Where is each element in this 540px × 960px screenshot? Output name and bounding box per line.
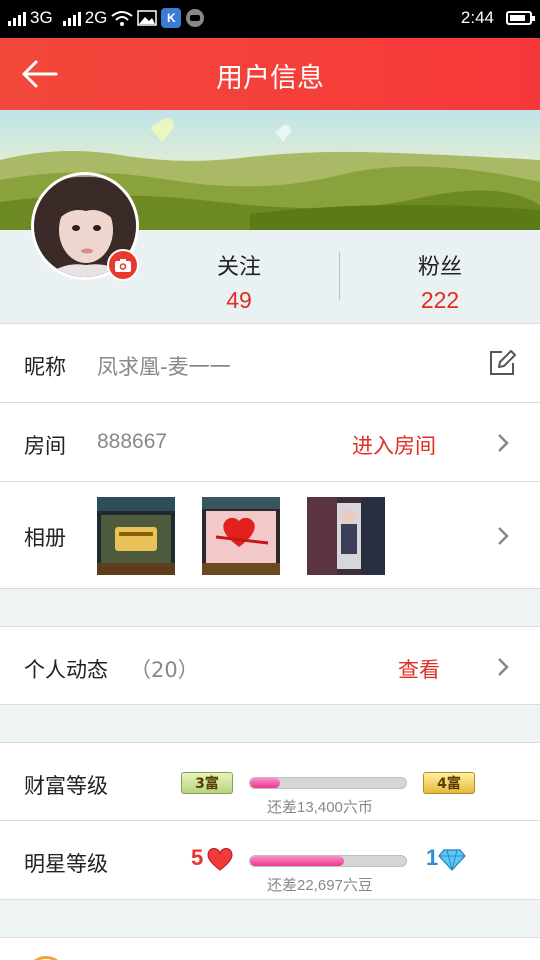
enter-room-link[interactable]: 进入房间 [352,430,436,460]
photo-thumb-1[interactable] [97,497,175,575]
room-id: 888667 [97,430,168,453]
section-gap [0,589,540,626]
wealth-hint: 还差13,400六币 [267,799,373,816]
diamond-icon [438,849,466,871]
coin-icon [26,956,66,960]
title-bar: 用户信息 [0,38,540,110]
page-title: 用户信息 [216,63,324,94]
activity-row[interactable]: 个人动态 （20） 查看 [0,626,540,705]
chat-app-icon [186,9,205,27]
battery-icon [506,11,535,25]
fans-stat[interactable]: 粉丝 222 [360,249,520,314]
section-gap [0,900,540,937]
photo-thumb-2[interactable] [202,497,280,575]
wifi-icon [111,11,133,26]
heart-icon [207,848,233,871]
network-type-1: 3G [30,8,53,27]
activity-label: 个人动态 [24,658,108,682]
camera-icon[interactable] [107,249,139,281]
follow-label: 关注 [216,255,261,280]
fans-count: 222 [420,287,460,313]
chevron-right-icon[interactable] [496,526,510,546]
image-icon [137,10,158,26]
follow-stat[interactable]: 关注 49 [159,249,319,314]
star-label: 明星等级 [24,852,108,876]
fans-label: 粉丝 [417,255,462,280]
album-label: 相册 [24,526,66,550]
view-activity-link[interactable]: 查看 [398,654,440,684]
edit-icon[interactable] [488,349,516,377]
star-current-level: 5 [191,845,204,870]
room-row: 房间 888667 进入房间 [0,403,540,482]
star-level-row: 明星等级 5 1 还差22,697六豆 [0,821,540,900]
wealth-current-badge: 3富 [181,772,233,794]
chevron-right-icon[interactable] [496,657,510,677]
wealth-label: 财富等级 [24,774,108,798]
signal-icon [62,10,81,26]
clock: 2:44 [460,8,494,27]
star-next-level: 1 [426,845,439,870]
signal-icon [8,10,26,26]
activity-count: （20） [130,658,199,682]
album-row: 相册 [0,482,540,589]
nickname-row: 昵称 凤求凰-麦一一 [0,324,540,403]
wealth-progress-bar [249,777,407,789]
nickname-label: 昵称 [24,355,66,379]
wealth-level-row: 财富等级 3富 4富 还差13,400六币 [0,742,540,821]
wealth-next-badge: 4富 [423,772,475,794]
star-hint: 还差22,697六豆 [267,877,373,894]
star-progress-bar [249,855,407,867]
status-bar: 3G 2G K 2:44 [0,0,540,38]
nickname-value: 凤求凰-麦一一 [97,355,231,379]
follow-count: 49 [226,287,252,313]
stat-divider [339,252,340,300]
k-app-icon: K [161,8,182,28]
photo-thumb-3[interactable] [307,497,385,575]
room-label: 房间 [24,434,66,458]
network-type-2: 2G [84,8,108,27]
section-gap [0,705,540,742]
next-row[interactable] [0,937,540,960]
chevron-right-icon[interactable] [496,433,510,453]
